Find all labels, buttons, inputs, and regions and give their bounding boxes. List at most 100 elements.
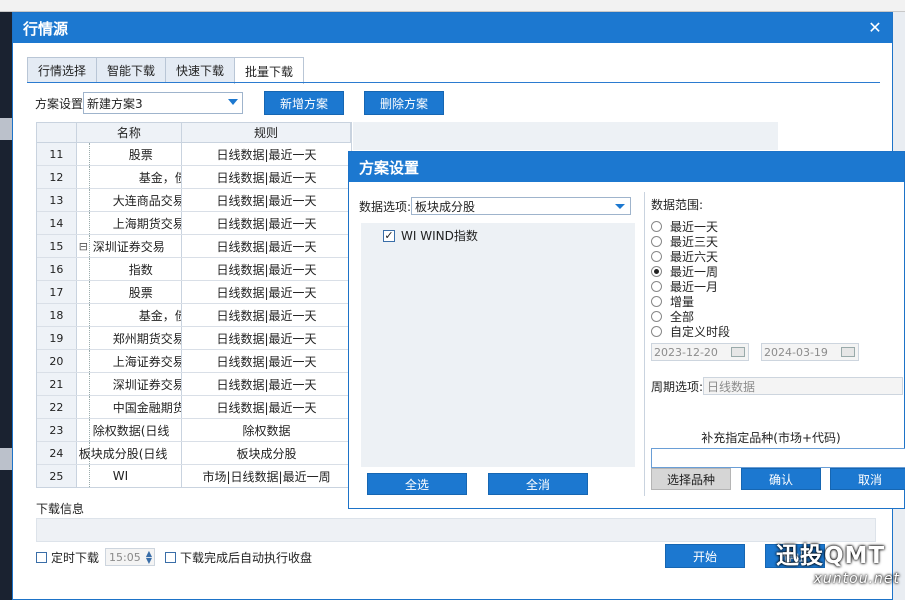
radio-icon[interactable] bbox=[651, 281, 662, 292]
radio-selected-icon[interactable] bbox=[651, 266, 662, 277]
row-name: ⊟板块成分股(日线 bbox=[77, 442, 183, 464]
tree-connector bbox=[88, 327, 90, 349]
dialog-title: 行情源 bbox=[23, 19, 69, 38]
tab-quick-download[interactable]: 快速下载 bbox=[165, 57, 236, 83]
choose-instrument-button[interactable]: 选择品种 bbox=[651, 468, 731, 490]
tab-market-select[interactable]: 行情选择 bbox=[27, 57, 98, 83]
table-row[interactable]: 23 除权数据(日线 除权数据 bbox=[37, 419, 351, 442]
tab-label: 行情选择 bbox=[38, 64, 87, 78]
supplement-input[interactable] bbox=[651, 448, 905, 468]
data-range-label: 数据范围: bbox=[651, 198, 704, 212]
table-header: 名称 规则 bbox=[37, 123, 351, 143]
tree-collapse-icon[interactable]: ⊟ bbox=[79, 240, 88, 253]
background-app-sidebar bbox=[0, 12, 12, 600]
row-name-text: 指数 bbox=[128, 262, 153, 277]
data-item-list: ✓ WI WIND指数 bbox=[361, 223, 635, 467]
data-option-row: 数据选项: 板块成分股 bbox=[359, 196, 635, 216]
period-select[interactable]: 日线数据 bbox=[703, 377, 904, 395]
calendar-icon[interactable] bbox=[731, 347, 745, 357]
row-name-text: 基金，债 bbox=[138, 170, 183, 185]
plan-settings-title-bar[interactable]: 方案设置 bbox=[349, 152, 904, 182]
button-label: 确认 bbox=[768, 472, 793, 487]
range-option[interactable]: 最近一周 bbox=[651, 264, 905, 279]
table-row[interactable]: 24⊟板块成分股(日线 板块成分股 bbox=[37, 442, 351, 465]
table-row[interactable]: 21 深圳证券交易 日线数据|最近一天 bbox=[37, 373, 351, 396]
table-row[interactable]: 13 大连商品交易 日线数据|最近一天 bbox=[37, 189, 351, 212]
radio-icon[interactable] bbox=[651, 236, 662, 247]
close-icon[interactable]: ✕ bbox=[864, 17, 886, 39]
table-row[interactable]: 19 郑州期货交易 日线数据|最近一天 bbox=[37, 327, 351, 350]
range-option[interactable]: 最近六天 bbox=[651, 249, 905, 264]
row-name: 股票 bbox=[77, 281, 183, 303]
range-option[interactable]: 增量 bbox=[651, 294, 905, 309]
panel-divider bbox=[644, 192, 645, 496]
table-row[interactable]: 25 WI 市场|日线数据|最近一周 bbox=[37, 465, 351, 487]
range-option[interactable]: 最近一月 bbox=[651, 279, 905, 294]
calendar-icon[interactable] bbox=[841, 347, 855, 357]
data-option-label: 数据选项: bbox=[359, 199, 412, 214]
row-name-text: 股票 bbox=[128, 147, 153, 162]
background-app-header bbox=[0, 0, 905, 12]
tab-batch-download[interactable]: 批量下载 bbox=[234, 57, 305, 84]
range-option[interactable]: 最近三天 bbox=[651, 234, 905, 249]
row-index: 21 bbox=[37, 373, 77, 395]
row-rule: 日线数据|最近一天 bbox=[216, 285, 317, 300]
deselect-all-button[interactable]: 全消 bbox=[488, 473, 588, 495]
range-option[interactable]: 最近一天 bbox=[651, 219, 905, 234]
select-all-button[interactable]: 全选 bbox=[367, 473, 467, 495]
period-row: 周期选项: 日线数据 bbox=[651, 377, 905, 395]
row-rule: 日线数据|最近一天 bbox=[216, 147, 317, 162]
confirm-button[interactable]: 确认 bbox=[741, 468, 821, 490]
tab-smart-download[interactable]: 智能下载 bbox=[96, 57, 167, 83]
radio-icon[interactable] bbox=[651, 251, 662, 262]
row-name-text: 板块成分股(日线 bbox=[78, 446, 168, 461]
data-range-options: 最近一天 最近三天 最近六天 最近一周 最近一月 增量 全部 自定义时段 bbox=[651, 219, 905, 339]
start-date-input[interactable]: 2023-12-20 bbox=[651, 343, 749, 361]
cancel-button[interactable]: 取消 bbox=[830, 468, 905, 490]
tree-connector bbox=[88, 373, 90, 395]
tree-connector bbox=[88, 281, 90, 303]
tree-connector bbox=[88, 396, 90, 418]
header-index bbox=[37, 123, 77, 142]
button-label: 选择品种 bbox=[666, 472, 715, 487]
start-button[interactable]: 开始 bbox=[665, 544, 745, 568]
plan-select[interactable]: 新建方案3 bbox=[83, 92, 244, 114]
auto-close-checkbox[interactable] bbox=[165, 551, 177, 563]
tree-connector bbox=[88, 189, 90, 211]
radio-icon[interactable] bbox=[651, 311, 662, 322]
delete-plan-button[interactable]: 删除方案 bbox=[364, 91, 444, 115]
range-option[interactable]: 全部 bbox=[651, 309, 905, 324]
range-option[interactable]: 自定义时段 bbox=[651, 324, 905, 339]
table-row[interactable]: 22 中国金融期货 日线数据|最近一天 bbox=[37, 396, 351, 419]
radio-icon[interactable] bbox=[651, 221, 662, 232]
chevron-down-icon bbox=[228, 99, 239, 105]
table-row[interactable]: 14 上海期货交易 日线数据|最近一天 bbox=[37, 212, 351, 235]
table-row[interactable]: 15 ⊟ 深圳证券交易 日线数据|最近一天 bbox=[37, 235, 351, 258]
row-name: WI bbox=[77, 465, 183, 487]
row-name-text: 深圳证券交易 bbox=[92, 239, 165, 254]
download-info-box bbox=[36, 518, 876, 542]
tree-connector bbox=[88, 143, 90, 165]
table-row[interactable]: 20 上海证券交易 日线数据|最近一天 bbox=[37, 350, 351, 373]
radio-icon[interactable] bbox=[651, 296, 662, 307]
list-item[interactable]: ✓ WI WIND指数 bbox=[361, 223, 635, 244]
row-index: 25 bbox=[37, 465, 77, 487]
timer-time-input[interactable]: 15:05 ▲ ▼ bbox=[105, 548, 156, 566]
spinner-icon[interactable]: ▲ ▼ bbox=[146, 550, 152, 565]
radio-icon[interactable] bbox=[651, 326, 662, 337]
table-row[interactable]: 17 股票 日线数据|最近一天 bbox=[37, 281, 351, 304]
checkbox-checked-icon[interactable]: ✓ bbox=[383, 229, 395, 242]
auto-close-label: 下载完成后自动执行收盘 bbox=[180, 550, 313, 565]
table-row[interactable]: 18 基金，债 日线数据|最近一天 bbox=[37, 304, 351, 327]
table-row[interactable]: 16 指数 日线数据|最近一天 bbox=[37, 258, 351, 281]
data-option-select[interactable]: 板块成分股 bbox=[411, 197, 632, 215]
new-plan-button[interactable]: 新增方案 bbox=[264, 91, 344, 115]
end-date-input[interactable]: 2024-03-19 bbox=[761, 343, 859, 361]
table-row[interactable]: 12 基金，债 日线数据|最近一天 bbox=[37, 166, 351, 189]
table-row[interactable]: 11 股票 日线数据|最近一天 bbox=[37, 143, 351, 166]
timer-checkbox[interactable] bbox=[36, 551, 47, 563]
dialog-title-bar[interactable]: 行情源 bbox=[13, 13, 892, 43]
row-index: 18 bbox=[37, 304, 77, 326]
row-name-text: 上海证券交易 bbox=[112, 354, 183, 369]
download-info-label: 下载信息 bbox=[36, 502, 85, 516]
